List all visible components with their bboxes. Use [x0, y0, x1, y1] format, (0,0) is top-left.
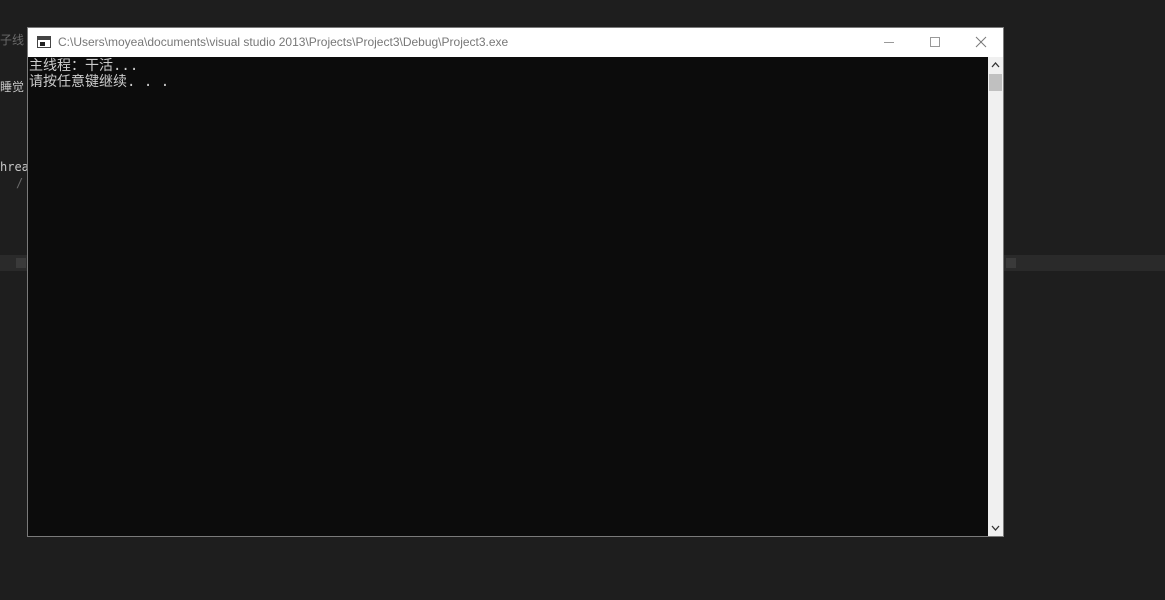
console-window[interactable]: C:\Users\moyea\documents\visual studio 2… [27, 27, 1004, 537]
maximize-icon [930, 37, 940, 47]
title-bar[interactable]: C:\Users\moyea\documents\visual studio 2… [28, 28, 1003, 57]
maximize-button[interactable] [912, 28, 958, 57]
editor-line: 子线 [0, 33, 25, 47]
scroll-down-button[interactable] [988, 520, 1003, 536]
console-line: 主线程：干活... [29, 58, 139, 74]
console-output[interactable]: 主线程：干活... 请按任意键继续. . . [28, 57, 988, 536]
console-app-icon[interactable] [37, 36, 51, 48]
scroll-thumb[interactable] [989, 74, 1002, 91]
scroll-left-marker[interactable] [16, 258, 26, 268]
chevron-down-icon [991, 525, 1000, 531]
console-line: 请按任意键继续. . . [29, 74, 170, 90]
editor-line: 睡觉 [0, 80, 25, 94]
editor-line: / [16, 176, 24, 190]
close-icon [975, 36, 987, 48]
vertical-scrollbar[interactable] [988, 57, 1003, 536]
minimize-button[interactable] [866, 28, 912, 57]
scroll-up-button[interactable] [988, 57, 1003, 73]
chevron-up-icon [991, 62, 1000, 68]
window-title: C:\Users\moyea\documents\visual studio 2… [58, 35, 509, 49]
scroll-right-marker[interactable] [1006, 258, 1016, 268]
editor-line: hrea [0, 160, 29, 174]
minimize-icon [884, 42, 894, 43]
close-button[interactable] [958, 28, 1004, 57]
